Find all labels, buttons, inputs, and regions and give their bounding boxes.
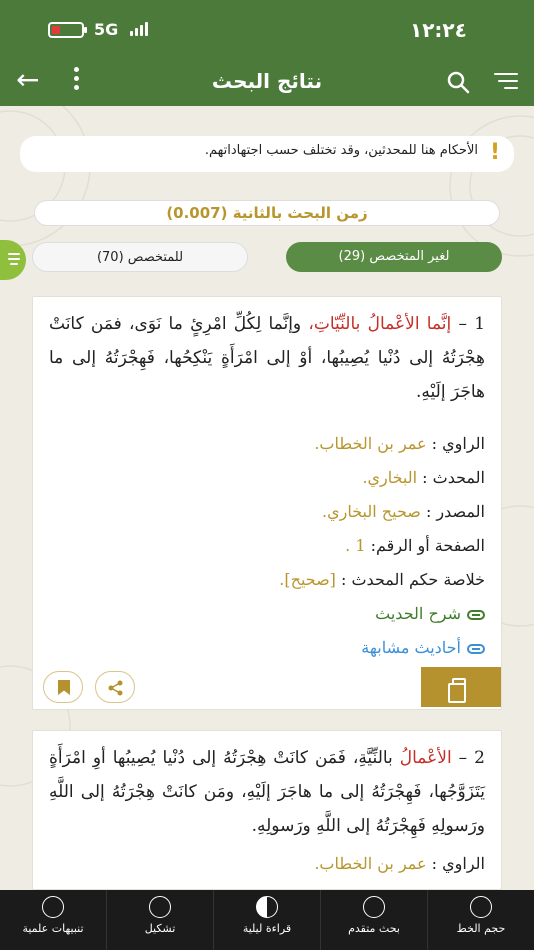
- search-icon[interactable]: [446, 70, 470, 94]
- share-button[interactable]: [95, 671, 135, 703]
- verdict-row: خلاصة حكم المحدث : [صحيح].: [279, 570, 485, 589]
- hadith-metadata: الراوي : عمر بن الخطاب. المحدث : البخاري…: [33, 409, 501, 665]
- link-icon: [467, 609, 485, 620]
- hadith-metadata: الراوي : عمر بن الخطاب.: [33, 843, 501, 881]
- hadith-highlight: إنَّما الأعْمالُ بالنِّيّاتِ،: [308, 314, 452, 334]
- source-value: صحيح البخاري.: [322, 502, 421, 521]
- advanced-search-icon: [363, 896, 385, 918]
- notice-text: الأحكام هنا للمحدثين، وقد تختلف حسب اجته…: [204, 143, 478, 158]
- verdict-value: [صحيح].: [279, 570, 336, 589]
- menu-icon[interactable]: [494, 73, 518, 91]
- copy-icon: [448, 678, 466, 703]
- font-size-button[interactable]: حجم الخط: [427, 890, 534, 950]
- hadith-number: 2 –: [458, 748, 485, 768]
- muhaddith-value: البخاري.: [362, 468, 418, 487]
- explain-hadith-link[interactable]: شرح الحديث: [49, 597, 485, 631]
- bookmark-button[interactable]: [43, 671, 83, 703]
- page-row: الصفحة أو الرقم: 1 .: [345, 536, 485, 555]
- source-row: المصدر : صحيح البخاري.: [322, 502, 485, 521]
- diacritics-icon: [149, 896, 171, 918]
- app-header: ← نتائج البحث: [0, 58, 534, 106]
- copy-button[interactable]: [421, 667, 501, 707]
- narrator-row: الراوي : عمر بن الخطاب.: [314, 434, 485, 453]
- narrator-row: الراوي : عمر بن الخطاب.: [314, 854, 485, 873]
- hadith-card: 2 – الأعْمالُ بالنِّيَّةِ، فَمَن كانَتْ …: [32, 730, 502, 890]
- warning-icon: !: [489, 140, 500, 165]
- narrator-value: عمر بن الخطاب.: [314, 434, 427, 453]
- card-actions: [33, 665, 501, 709]
- hadith-card: 1 – إنَّما الأعْمالُ بالنِّيّاتِ، وإنَّم…: [32, 296, 502, 710]
- hadith-text: 1 – إنَّما الأعْمالُ بالنِّيّاتِ، وإنَّم…: [33, 297, 501, 409]
- notifications-button[interactable]: تنبيهات علمية: [0, 890, 106, 950]
- hadith-highlight: الأعْمالُ: [399, 748, 452, 768]
- diacritics-button[interactable]: تشكيل: [106, 890, 213, 950]
- status-time: ١٢:٢٤: [410, 18, 467, 42]
- status-bar: 5G ١٢:٢٤: [0, 0, 534, 58]
- battery-icon: [48, 22, 87, 38]
- link-icon: [467, 643, 485, 654]
- hadith-text: 2 – الأعْمالُ بالنِّيَّةِ، فَمَن كانَتْ …: [33, 731, 501, 843]
- font-size-icon: [470, 896, 492, 918]
- narrator-value: عمر بن الخطاب.: [314, 854, 427, 873]
- advanced-search-button[interactable]: بحث متقدم: [320, 890, 427, 950]
- search-time-banner: زمن البحث بالثانية (0.007): [34, 200, 500, 226]
- similar-hadiths-link[interactable]: أحاديث مشابهة: [49, 631, 485, 665]
- tab-specialist[interactable]: للمتخصص (70): [32, 242, 248, 272]
- bottom-toolbar: حجم الخط بحث متقدم قراءة ليلية تشكيل تنب…: [0, 890, 534, 950]
- night-mode-icon: [256, 896, 278, 918]
- notifications-icon: [42, 896, 64, 918]
- verdict-notice: ! الأحكام هنا للمحدثين، وقد تختلف حسب اج…: [20, 136, 514, 172]
- tab-nonspecialist[interactable]: لغير المتخصص (29): [286, 242, 502, 272]
- page-value: 1 .: [345, 536, 366, 555]
- signal-icon: [130, 22, 148, 36]
- muhaddith-row: المحدث : البخاري.: [362, 468, 485, 487]
- share-icon: [108, 680, 123, 696]
- hadith-number: 1 –: [458, 314, 486, 334]
- bookmark-icon: [58, 680, 70, 695]
- network-label: 5G: [94, 20, 119, 39]
- night-mode-button[interactable]: قراءة ليلية: [213, 890, 320, 950]
